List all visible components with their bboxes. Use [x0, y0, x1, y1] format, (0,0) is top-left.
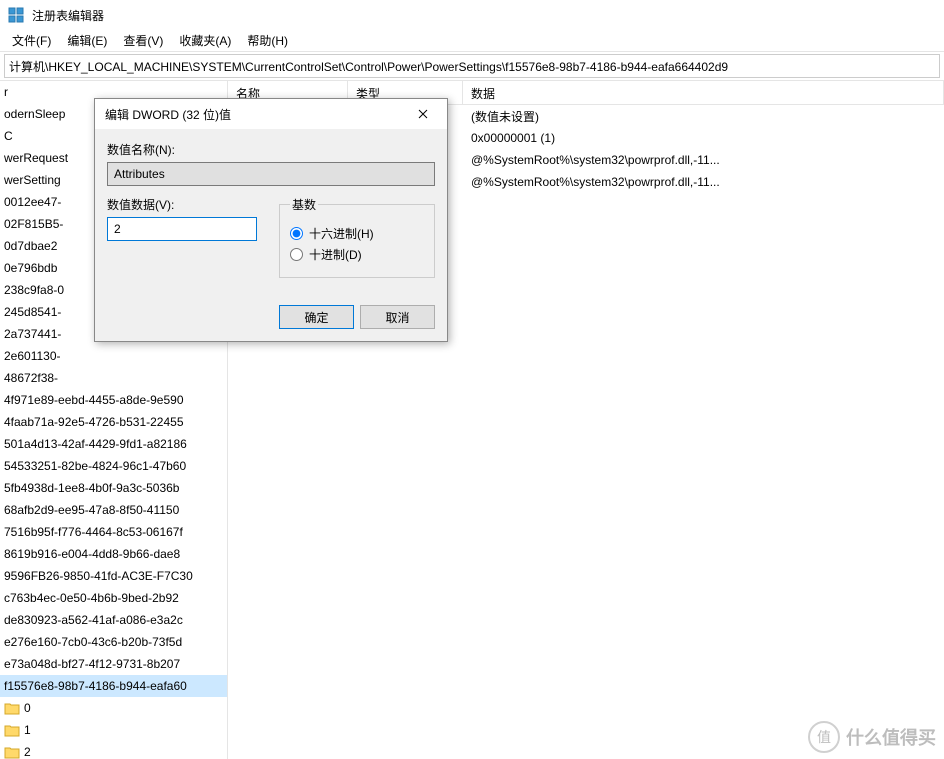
tree-item-label: 4faab71a-92e5-4726-b531-22455 — [4, 415, 184, 429]
tree-item[interactable]: 54533251-82be-4824-96c1-47b60 — [0, 455, 227, 477]
dialog-titlebar[interactable]: 编辑 DWORD (32 位)值 — [95, 99, 447, 129]
tree-item-label: 2a737441- — [4, 327, 61, 341]
tree-item[interactable]: 501a4d13-42af-4429-9fd1-a82186 — [0, 433, 227, 455]
col-header-data[interactable]: 数据 — [463, 81, 944, 104]
menu-file[interactable]: 文件(F) — [4, 30, 59, 51]
tree-item-label: f15576e8-98b7-4186-b944-eafa60 — [4, 679, 187, 693]
tree-item[interactable]: 0 — [0, 697, 227, 719]
address-path: 计算机\HKEY_LOCAL_MACHINE\SYSTEM\CurrentCon… — [9, 58, 728, 75]
menu-edit[interactable]: 编辑(E) — [59, 30, 115, 51]
edit-dword-dialog: 编辑 DWORD (32 位)值 数值名称(N): 数值数据(V): 基数 十六… — [94, 98, 448, 342]
radio-hex-row[interactable]: 十六进制(H) — [290, 225, 424, 242]
tree-item[interactable]: f15576e8-98b7-4186-b944-eafa60 — [0, 675, 227, 697]
tree-item-label: 0 — [24, 701, 31, 715]
tree-item[interactable]: 7516b95f-f776-4464-8c53-06167f — [0, 521, 227, 543]
cancel-button[interactable]: 取消 — [360, 305, 435, 329]
menu-view[interactable]: 查看(V) — [115, 30, 171, 51]
tree-item-label: 2e601130- — [4, 349, 61, 363]
cell-data: @%SystemRoot%\system32\powrprof.dll,-11.… — [471, 175, 936, 189]
tree-item-label: 54533251-82be-4824-96c1-47b60 — [4, 459, 186, 473]
tree-item-label: r — [4, 85, 8, 99]
radio-dec-row[interactable]: 十进制(D) — [290, 246, 424, 263]
watermark-text: 什么值得买 — [846, 724, 936, 750]
tree-item-label: 7516b95f-f776-4464-8c53-06167f — [4, 525, 183, 539]
tree-item-label: 5fb4938d-1ee8-4b0f-9a3c-5036b — [4, 481, 179, 495]
tree-item[interactable]: 4f971e89-eebd-4455-a8de-9e590 — [0, 389, 227, 411]
dialog-title: 编辑 DWORD (32 位)值 — [105, 106, 231, 123]
tree-item-label: c763b4ec-0e50-4b6b-9bed-2b92 — [4, 591, 179, 605]
ok-button[interactable]: 确定 — [279, 305, 354, 329]
tree-item-label: odernSleep — [4, 107, 65, 121]
tree-item[interactable]: e276e160-7cb0-43c6-b20b-73f5d — [0, 631, 227, 653]
menubar: 文件(F) 编辑(E) 查看(V) 收藏夹(A) 帮助(H) — [0, 30, 944, 52]
tree-item-label: e73a048d-bf27-4f12-9731-8b207 — [4, 657, 180, 671]
tree-item[interactable]: 1 — [0, 719, 227, 741]
dialog-buttons: 确定 取消 — [279, 305, 435, 329]
tree-item[interactable]: 2e601130- — [0, 345, 227, 367]
window-title: 注册表编辑器 — [32, 7, 104, 24]
tree-item[interactable]: c763b4ec-0e50-4b6b-9bed-2b92 — [0, 587, 227, 609]
tree-item-label: 0e796bdb — [4, 261, 57, 275]
tree-item-label: 2 — [24, 745, 31, 759]
base-legend: 基数 — [290, 196, 318, 213]
radio-dec-label: 十进制(D) — [309, 246, 362, 263]
cell-data: @%SystemRoot%\system32\powrprof.dll,-11.… — [471, 153, 936, 167]
tree-item[interactable]: 48672f38- — [0, 367, 227, 389]
tree-item[interactable]: 8619b916-e004-4dd8-9b66-dae8 — [0, 543, 227, 565]
radio-dec[interactable] — [290, 248, 303, 261]
base-fieldset: 基数 十六进制(H) 十进制(D) — [279, 196, 435, 278]
dialog-body: 数值名称(N): 数值数据(V): 基数 十六进制(H) 十进制(D) — [95, 129, 447, 290]
titlebar: 注册表编辑器 — [0, 0, 944, 30]
tree-item[interactable]: 9596FB26-9850-41fd-AC3E-F7C30 — [0, 565, 227, 587]
tree-item[interactable]: 2 — [0, 741, 227, 759]
tree-item-label: 238c9fa8-0 — [4, 283, 64, 297]
cell-data: 0x00000001 (1) — [471, 131, 936, 145]
tree-item-label: 245d8541- — [4, 305, 61, 319]
tree-item-label: 8619b916-e004-4dd8-9b66-dae8 — [4, 547, 180, 561]
tree-item-label: 9596FB26-9850-41fd-AC3E-F7C30 — [4, 569, 193, 583]
tree-item[interactable]: 5fb4938d-1ee8-4b0f-9a3c-5036b — [0, 477, 227, 499]
value-name-label: 数值名称(N): — [107, 141, 435, 158]
tree-item-label: 68afb2d9-ee95-47a8-8f50-41150 — [4, 503, 179, 517]
tree-item[interactable]: de830923-a562-41af-a086-e3a2c — [0, 609, 227, 631]
tree-item[interactable]: 4faab71a-92e5-4726-b531-22455 — [0, 411, 227, 433]
tree-item[interactable]: e73a048d-bf27-4f12-9731-8b207 — [0, 653, 227, 675]
radio-hex[interactable] — [290, 227, 303, 240]
tree-item-label: werSetting — [4, 173, 61, 187]
tree-item-label: 0012ee47- — [4, 195, 61, 209]
value-data-field[interactable] — [107, 217, 257, 241]
tree-item-label: 4f971e89-eebd-4455-a8de-9e590 — [4, 393, 184, 407]
tree-item-label: 1 — [24, 723, 31, 737]
tree-item-label: 48672f38- — [4, 371, 58, 385]
address-bar[interactable]: 计算机\HKEY_LOCAL_MACHINE\SYSTEM\CurrentCon… — [4, 54, 940, 78]
tree-item-label: C — [4, 129, 13, 143]
menu-help[interactable]: 帮助(H) — [239, 30, 296, 51]
tree-item-label: de830923-a562-41af-a086-e3a2c — [4, 613, 183, 627]
tree-item[interactable]: 68afb2d9-ee95-47a8-8f50-41150 — [0, 499, 227, 521]
tree-item-label: e276e160-7cb0-43c6-b20b-73f5d — [4, 635, 182, 649]
tree-item-label: 0d7dbae2 — [4, 239, 57, 253]
menu-favorites[interactable]: 收藏夹(A) — [171, 30, 239, 51]
tree-item-label: 02F815B5- — [4, 217, 63, 231]
cell-data: (数值未设置) — [471, 108, 936, 125]
watermark: 值 什么值得买 — [808, 721, 936, 753]
value-name-field[interactable] — [107, 162, 435, 186]
radio-hex-label: 十六进制(H) — [309, 225, 374, 242]
tree-item-label: werRequest — [4, 151, 68, 165]
close-icon[interactable] — [403, 100, 443, 128]
regedit-icon — [8, 7, 24, 23]
tree-item-label: 501a4d13-42af-4429-9fd1-a82186 — [4, 437, 187, 451]
watermark-badge: 值 — [808, 721, 840, 753]
value-data-label: 数值数据(V): — [107, 196, 257, 213]
